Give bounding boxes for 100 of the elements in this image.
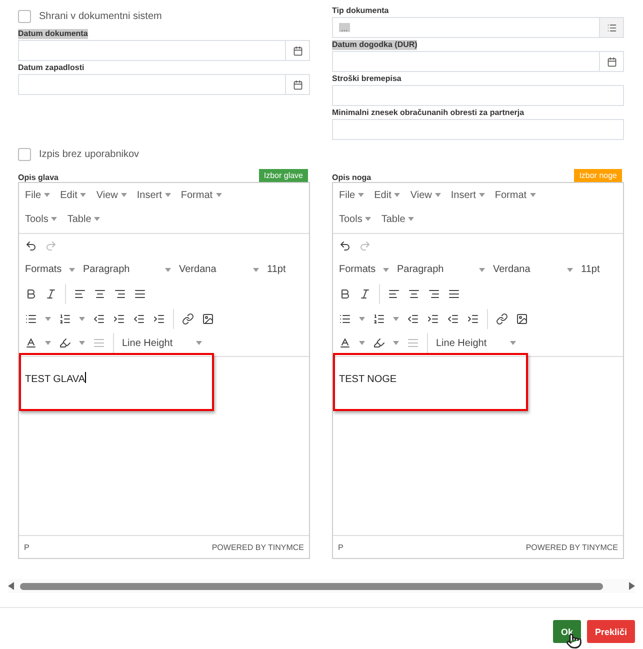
font-dropdown[interactable]: Verdana xyxy=(179,264,259,276)
justify-button[interactable] xyxy=(448,288,460,300)
input-field[interactable] xyxy=(18,74,310,95)
menu-item[interactable]: Tools xyxy=(25,214,58,224)
caret-icon xyxy=(216,193,222,197)
dialog-button[interactable]: Prekliči xyxy=(586,620,635,643)
checkbox[interactable] xyxy=(18,10,31,22)
bold-button[interactable] xyxy=(339,288,351,300)
formats-dropdown[interactable]: Formats xyxy=(339,264,389,276)
link-button[interactable] xyxy=(182,312,194,325)
caret-icon xyxy=(45,341,51,346)
justify-button[interactable] xyxy=(134,288,146,300)
menu-item[interactable]: File xyxy=(339,190,364,200)
menu-item[interactable]: Insert xyxy=(450,190,485,200)
editor-text[interactable]: TEST GLAVA xyxy=(25,374,86,384)
block-dropdown[interactable]: Paragraph xyxy=(397,264,485,276)
indent-button[interactable] xyxy=(113,312,125,325)
menu-item[interactable]: Table xyxy=(67,214,100,224)
redo-icon xyxy=(359,240,371,252)
caret-icon xyxy=(94,217,100,221)
highlight-button[interactable] xyxy=(59,337,71,350)
align-left-button[interactable] xyxy=(388,288,400,300)
field-label: Stroški bremepisa xyxy=(332,74,402,84)
italic-button[interactable] xyxy=(359,288,371,300)
italic-button[interactable] xyxy=(45,288,57,300)
field-label: Tip dokumenta xyxy=(332,6,389,16)
indent-button[interactable] xyxy=(467,312,479,325)
font-dropdown[interactable]: Verdana xyxy=(493,264,573,276)
input-field[interactable] xyxy=(18,40,310,61)
bold-button[interactable] xyxy=(25,288,37,300)
menu-item[interactable]: Format xyxy=(180,190,222,200)
outdent-button[interactable] xyxy=(447,312,459,325)
outdent-button[interactable] xyxy=(133,312,145,325)
align-right-icon xyxy=(114,288,126,300)
align-center-icon xyxy=(94,288,106,300)
text-color-button[interactable] xyxy=(339,337,351,350)
undo-button[interactable] xyxy=(25,240,37,252)
align-center-button[interactable] xyxy=(408,288,420,300)
caret-icon xyxy=(51,217,58,221)
branding-text: POWERED BY TINYMCE xyxy=(526,542,618,552)
indent-button[interactable] xyxy=(153,312,165,325)
block-dropdown[interactable]: Paragraph xyxy=(83,264,171,276)
scroll-left-icon[interactable] xyxy=(8,582,14,590)
menu-item[interactable]: View xyxy=(410,190,441,200)
caret-icon xyxy=(530,193,536,197)
menu-item[interactable]: Format xyxy=(494,190,536,200)
menu-item[interactable]: Edit xyxy=(374,190,400,200)
input-field[interactable]: ... xyxy=(332,17,624,38)
outdent-button[interactable] xyxy=(93,312,105,325)
numbered-list-button[interactable] xyxy=(373,312,385,325)
menu-item[interactable]: Tools xyxy=(339,214,372,224)
size-dropdown[interactable]: 11pt xyxy=(267,264,297,276)
input-field[interactable] xyxy=(332,85,624,106)
checkbox[interactable] xyxy=(18,148,31,160)
indent-button[interactable] xyxy=(427,312,439,325)
caret-icon xyxy=(394,193,400,197)
undo-button[interactable] xyxy=(339,240,351,252)
highlight-icon xyxy=(373,337,385,350)
size-dropdown[interactable]: 11pt xyxy=(581,264,611,276)
numbered-list-icon xyxy=(373,312,385,325)
input-field[interactable] xyxy=(332,51,624,72)
text-color-icon xyxy=(25,337,37,350)
image-button[interactable] xyxy=(516,312,528,325)
menu-item[interactable]: Table xyxy=(381,214,414,224)
formats-dropdown[interactable]: Formats xyxy=(25,264,75,276)
menu-item[interactable]: Insert xyxy=(136,190,171,200)
text-color-button[interactable] xyxy=(25,337,37,350)
align-right-button[interactable] xyxy=(428,288,440,300)
list-button[interactable] xyxy=(599,18,623,37)
menu-item[interactable]: Edit xyxy=(60,190,86,200)
caret-icon xyxy=(359,341,365,346)
checkbox-label: Shrani v dokumentni sistem xyxy=(39,10,162,22)
calendar-icon xyxy=(292,46,302,56)
align-right-icon xyxy=(428,288,440,300)
scroll-right-icon[interactable] xyxy=(629,582,635,590)
outdent-button[interactable] xyxy=(407,312,419,325)
align-left-button[interactable] xyxy=(74,288,86,300)
branding-text: POWERED BY TINYMCE xyxy=(212,542,304,552)
numbered-list-button[interactable] xyxy=(59,312,71,325)
justify-icon xyxy=(448,288,460,300)
indent-icon xyxy=(153,312,165,325)
input-field[interactable] xyxy=(332,119,624,140)
align-right-button[interactable] xyxy=(114,288,126,300)
outdent-icon xyxy=(133,312,145,325)
calendar-icon xyxy=(292,80,302,90)
horizontal-scrollbar[interactable] xyxy=(8,579,635,593)
outdent-icon xyxy=(93,312,105,325)
indent-icon xyxy=(427,312,439,325)
menu-item[interactable]: View xyxy=(96,190,127,200)
editor-label: Opis noga xyxy=(332,173,372,182)
caret-icon xyxy=(69,268,75,272)
editor-text[interactable]: TEST NOGE xyxy=(339,374,397,384)
image-button[interactable] xyxy=(202,312,214,325)
link-button[interactable] xyxy=(496,312,508,325)
menu-item[interactable]: File xyxy=(25,190,50,200)
caret-icon xyxy=(253,268,259,272)
align-center-button[interactable] xyxy=(94,288,106,300)
line-height-dropdown[interactable]: Line Height xyxy=(122,338,202,349)
line-height-dropdown[interactable]: Line Height xyxy=(436,338,516,349)
highlight-button[interactable] xyxy=(373,337,385,350)
